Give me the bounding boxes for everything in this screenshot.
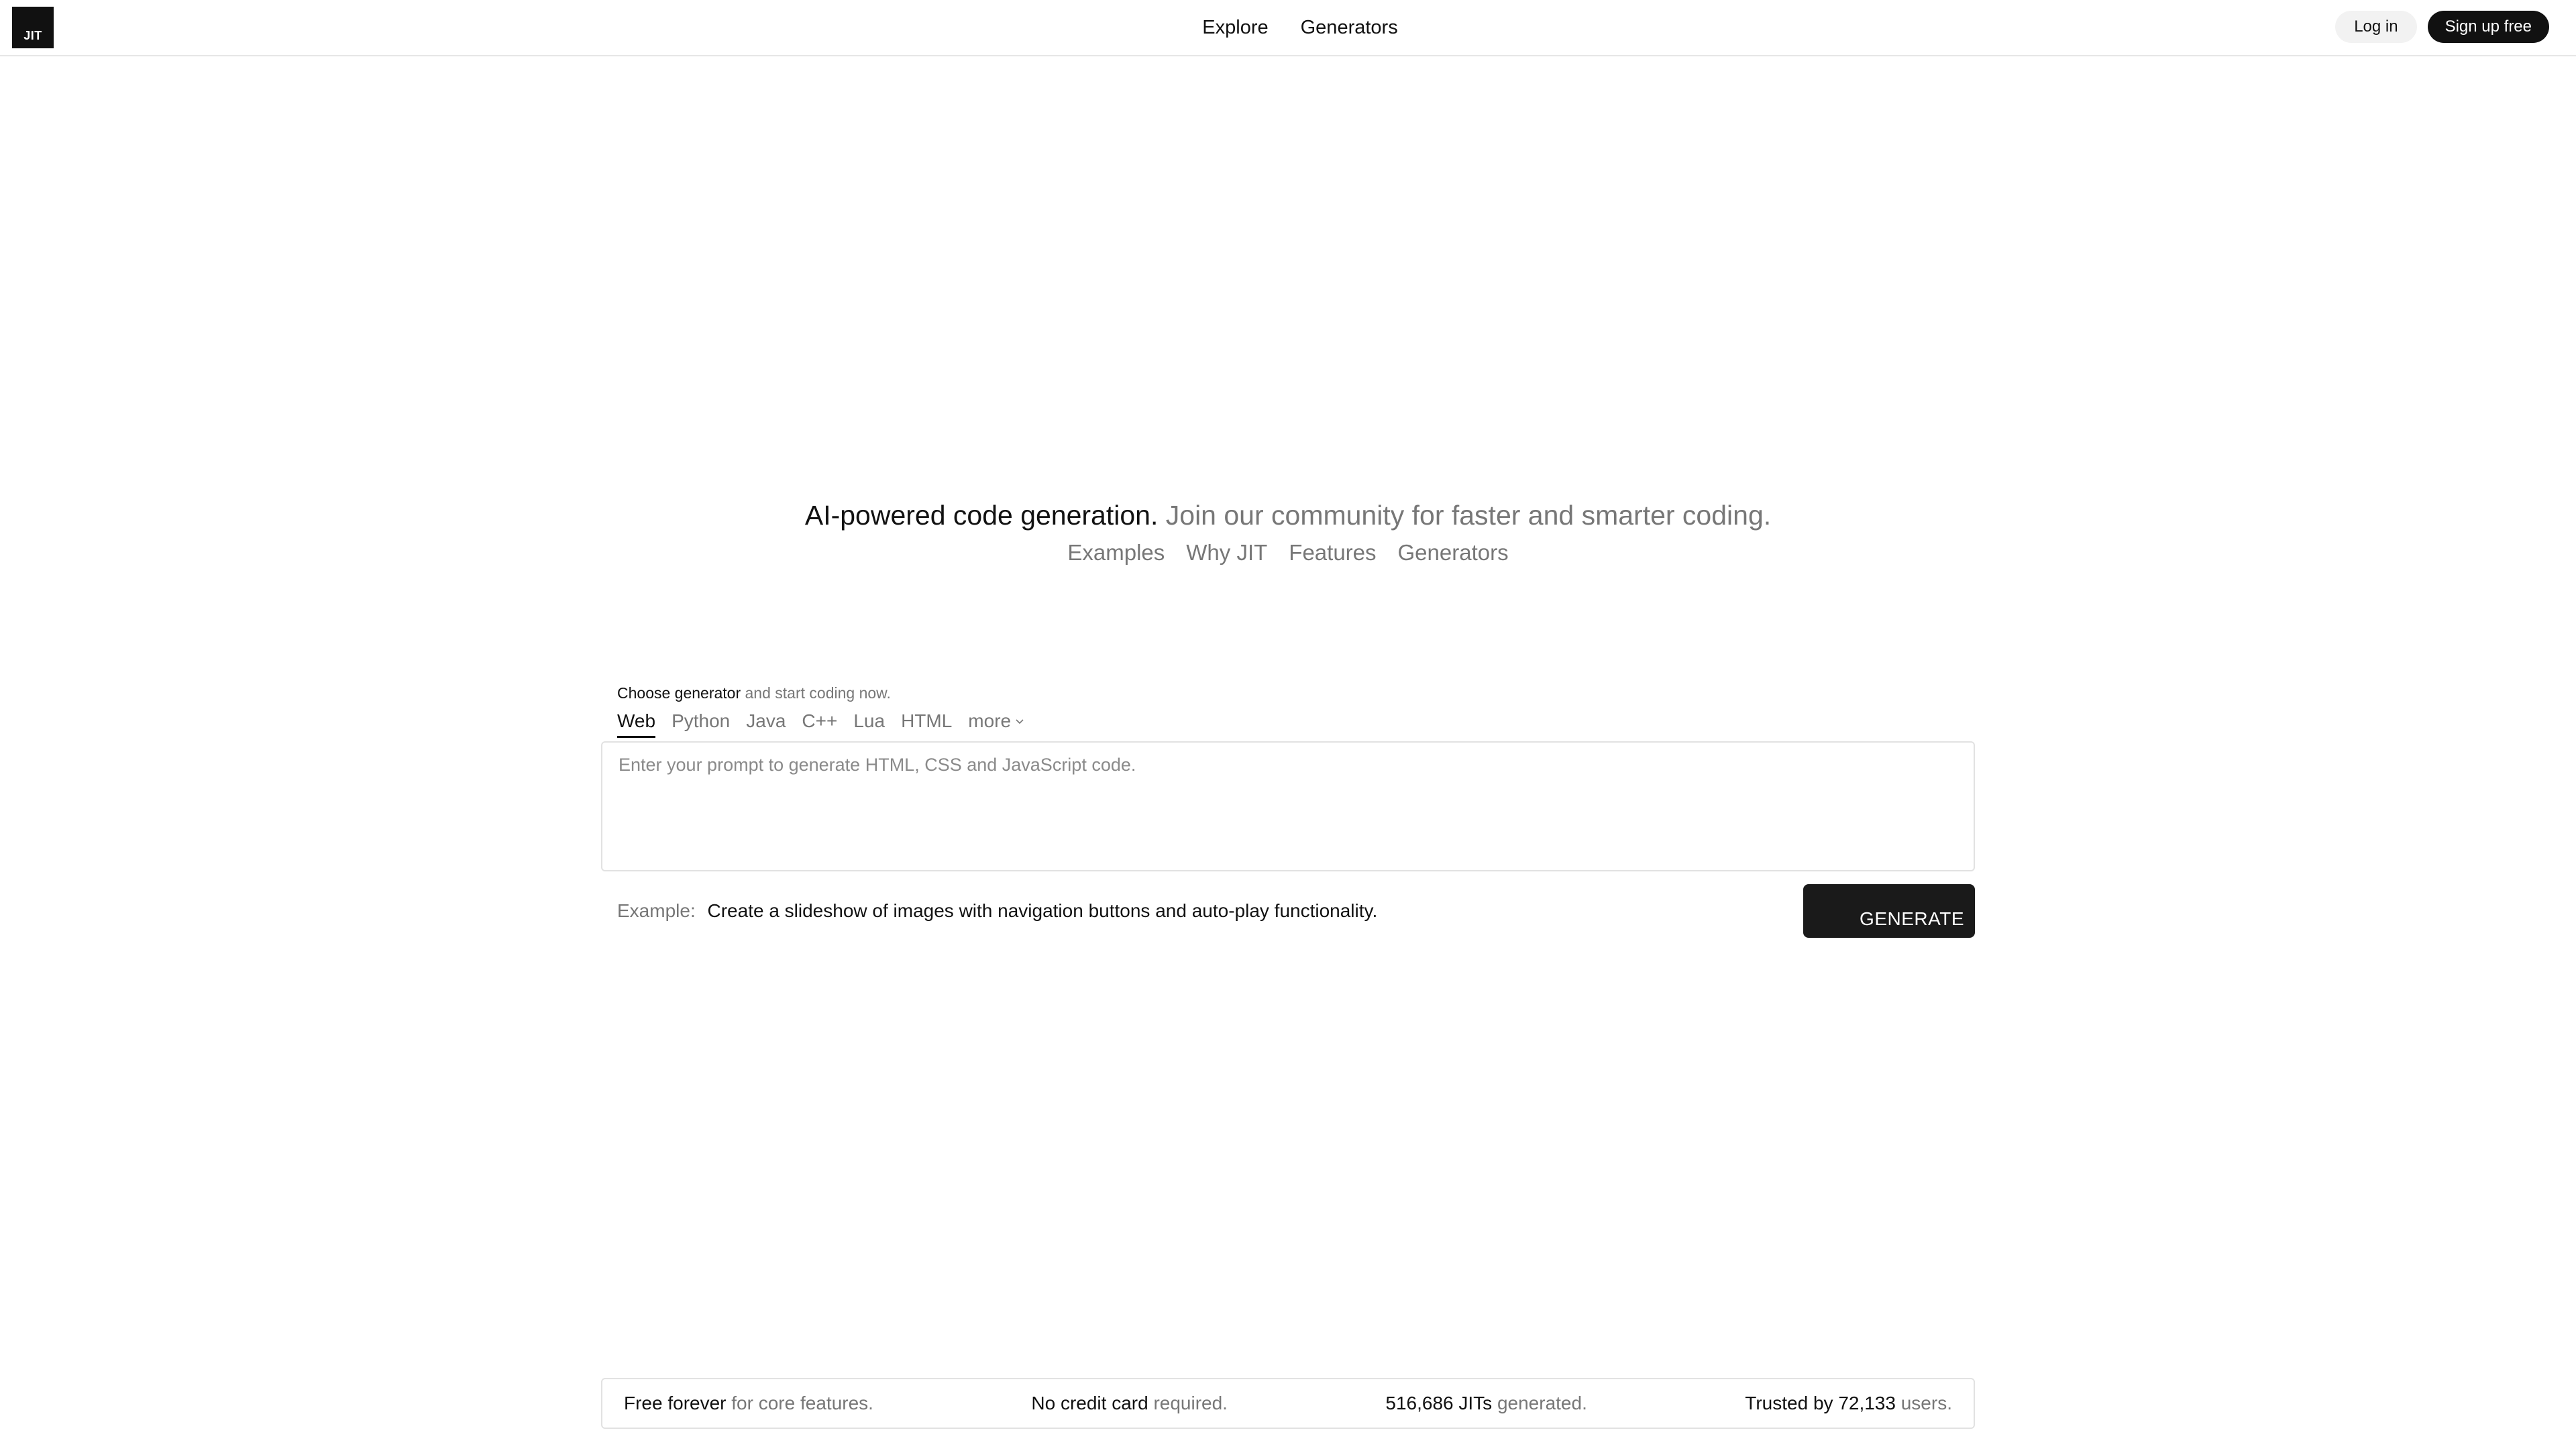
stat-jits: 516,686 JITs generated. xyxy=(1385,1393,1587,1414)
login-button[interactable]: Log in xyxy=(2335,11,2417,43)
stats-bar: Free forever for core features. No credi… xyxy=(601,1378,1975,1429)
tab-more[interactable]: more xyxy=(968,710,1024,736)
hero-link-examples[interactable]: Examples xyxy=(1067,534,1165,572)
headline-muted: Join our community for faster and smarte… xyxy=(1165,500,1772,531)
choose-generator-caption: Choose generator and start coding now. xyxy=(601,684,1975,702)
generate-button[interactable]: GENERATE xyxy=(1803,884,1975,938)
stat-jits-muted: generated. xyxy=(1497,1393,1587,1413)
stat-free-muted: for core features. xyxy=(731,1393,873,1413)
nav-generators-link[interactable]: Generators xyxy=(1301,17,1398,39)
tab-cpp[interactable]: C++ xyxy=(802,710,837,736)
prompt-input[interactable] xyxy=(601,741,1975,871)
tab-python[interactable]: Python xyxy=(672,710,730,736)
top-navigation-bar: JIT Explore Generators Log in Sign up fr… xyxy=(0,0,2576,56)
chevron-down-icon xyxy=(1016,719,1024,724)
hero-link-generators[interactable]: Generators xyxy=(1398,534,1509,572)
nav-explore-link[interactable]: Explore xyxy=(1202,17,1268,39)
stat-jits-strong: 516,686 JITs xyxy=(1385,1393,1493,1413)
stat-trusted: Trusted by 72,133 users. xyxy=(1745,1393,1952,1414)
stat-trusted-strong: Trusted by 72,133 xyxy=(1745,1393,1896,1413)
main-nav: Explore Generators xyxy=(0,0,2576,55)
choose-muted: and start coding now. xyxy=(745,684,891,702)
stat-credit-card: No credit card required. xyxy=(1031,1393,1228,1414)
example-row: Example: Create a slideshow of images wi… xyxy=(601,884,1975,939)
example-label: Example: xyxy=(617,900,696,921)
stat-trusted-muted: users. xyxy=(1900,1393,1952,1413)
hero-links: Examples Why JIT Features Generators xyxy=(0,534,2576,572)
tab-java[interactable]: Java xyxy=(746,710,786,736)
hero-headline: AI-powered code generation. Join our com… xyxy=(0,496,2576,534)
headline-strong: AI-powered code generation. xyxy=(804,500,1159,531)
auth-buttons: Log in Sign up free xyxy=(2335,11,2549,43)
stat-card-muted: required. xyxy=(1153,1393,1228,1413)
tab-html[interactable]: HTML xyxy=(901,710,952,736)
example-prompt: Example: Create a slideshow of images wi… xyxy=(617,900,1377,922)
generator-panel: Choose generator and start coding now. W… xyxy=(601,684,1975,939)
hero-section: AI-powered code generation. Join our com… xyxy=(0,496,2576,572)
tab-web[interactable]: Web xyxy=(617,710,656,738)
tab-lua[interactable]: Lua xyxy=(853,710,885,736)
hero-link-features[interactable]: Features xyxy=(1289,534,1376,572)
stat-free: Free forever for core features. xyxy=(624,1393,873,1414)
stat-free-strong: Free forever xyxy=(624,1393,727,1413)
tab-more-label: more xyxy=(968,710,1012,731)
stat-card-strong: No credit card xyxy=(1031,1393,1148,1413)
generator-tabs: Web Python Java C++ Lua HTML more xyxy=(601,710,1975,741)
choose-strong: Choose generator xyxy=(617,684,741,702)
signup-button[interactable]: Sign up free xyxy=(2427,11,2549,43)
hero-link-why-jit[interactable]: Why JIT xyxy=(1186,534,1267,572)
example-text[interactable]: Create a slideshow of images with naviga… xyxy=(708,900,1378,921)
